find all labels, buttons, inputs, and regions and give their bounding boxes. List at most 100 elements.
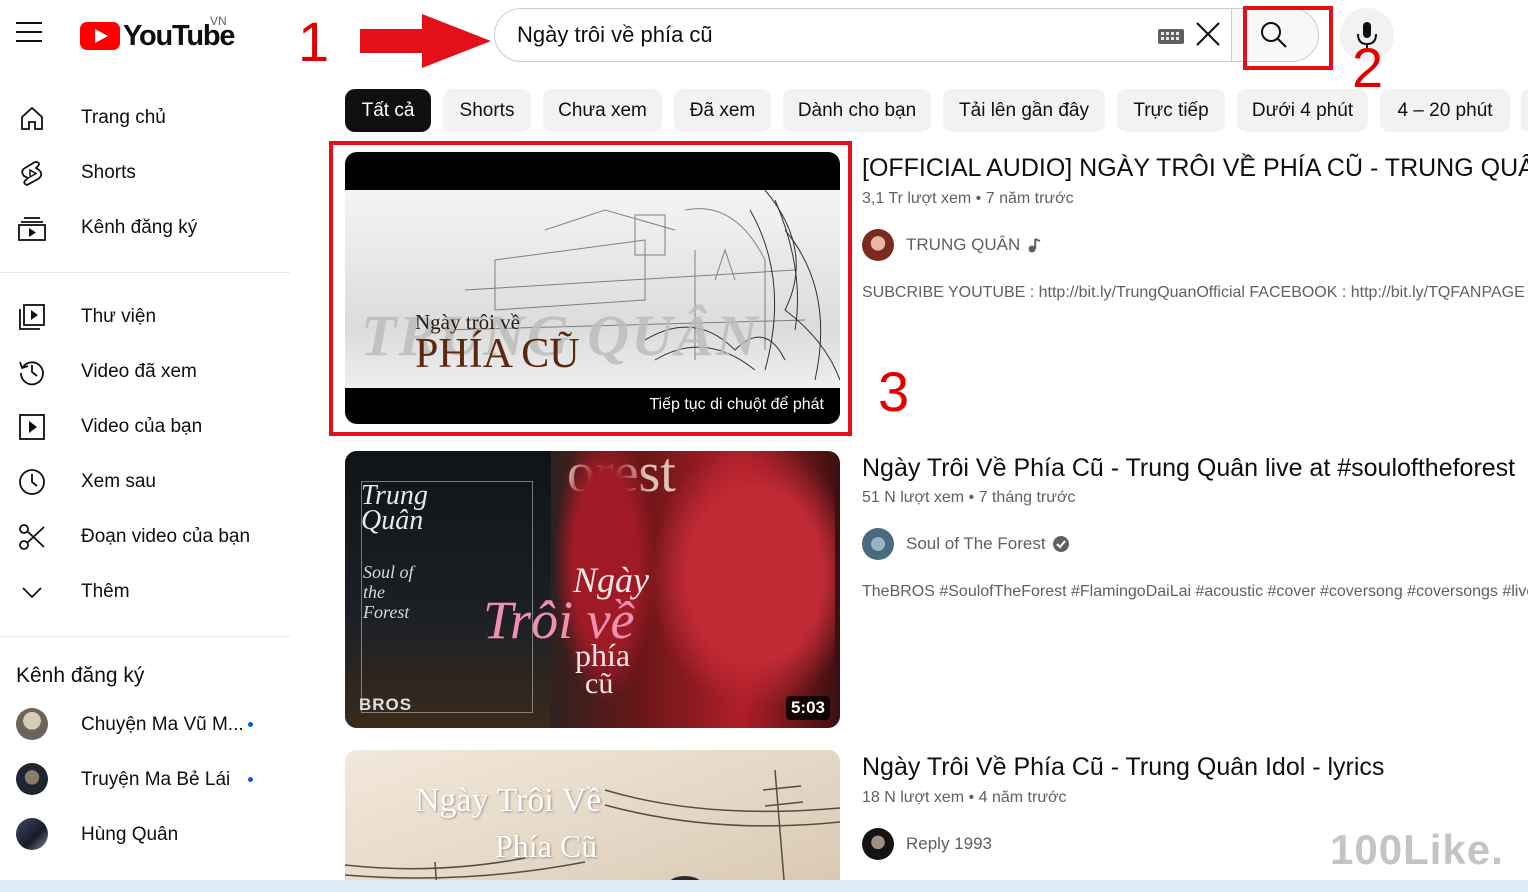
video-title[interactable]: Ngày Trôi Về Phía Cũ - Trung Quân live a…: [862, 454, 1515, 483]
channel-row[interactable]: Soul of The Forest: [862, 528, 1070, 560]
sidebar-item-shorts[interactable]: Shorts: [0, 145, 290, 200]
sidebar-item-your-videos[interactable]: Video của bạn: [0, 399, 290, 454]
sidebar-item-label: Hùng Quân: [81, 823, 179, 845]
chip-shorts[interactable]: Shorts: [443, 89, 531, 132]
sidebar-item-history[interactable]: Video đã xem: [0, 344, 290, 399]
sidebar-item-label: Shorts: [81, 161, 136, 183]
channel-name[interactable]: Reply 1993: [906, 834, 992, 854]
video-description: TheBROS #SoulofTheForest #FlamingoDaiLai…: [862, 583, 1528, 600]
sidebar-item-more[interactable]: Thêm: [0, 564, 290, 619]
video-meta: 3,1 Tr lượt xem • 7 năm trước: [862, 190, 1074, 207]
sidebar-item-label: Kênh đăng ký: [81, 216, 198, 238]
new-content-dot: [248, 722, 253, 727]
music-note-icon: [1028, 238, 1041, 253]
annotation-box-search: [1243, 6, 1333, 70]
annotation-number-3: 3: [878, 360, 910, 423]
annotation-number-2: 2: [1352, 36, 1384, 99]
video-thumbnail[interactable]: Ngày Trôi Về Phía Cũ: [345, 750, 840, 892]
sidebar-divider: [0, 636, 290, 637]
upload-age: 7 tháng trước: [978, 489, 1076, 506]
annotation-arrow-icon: [360, 14, 491, 68]
sidebar-subscription-item[interactable]: Hùng Quân: [0, 807, 290, 862]
clips-icon: [19, 524, 45, 550]
thumbnail-title-text: Ngày Trôi Về: [415, 782, 602, 819]
your-videos-icon: [19, 414, 45, 440]
sidebar-item-library[interactable]: Thư viện: [0, 289, 290, 344]
sidebar-item-label: Đoạn video của bạn: [81, 525, 251, 547]
watermark-logo: 100Like.: [1330, 826, 1504, 873]
sidebar-item-home[interactable]: Trang chủ: [0, 90, 290, 145]
channel-row[interactable]: TRUNG QUÂN: [862, 229, 1042, 261]
channel-avatar: [862, 528, 894, 560]
duration-badge: 5:03: [785, 696, 830, 720]
channel-avatar: [862, 828, 894, 860]
chip-for-you[interactable]: Dành cho bạn: [783, 89, 931, 132]
sidebar-item-label: Xem sau: [81, 470, 156, 492]
chip-under-4-minutes[interactable]: Dưới 4 phút: [1237, 89, 1368, 132]
chip-recently-uploaded[interactable]: Tải lên gần đây: [943, 89, 1105, 132]
channel-name[interactable]: TRUNG QUÂN: [906, 235, 1020, 255]
history-icon: [19, 361, 44, 386]
channel-row[interactable]: Reply 1993: [862, 828, 992, 860]
sidebar-divider: [0, 272, 290, 273]
new-content-dot: [248, 777, 253, 782]
avatar: [16, 708, 48, 740]
sidebar-item-label: Thêm: [81, 580, 130, 602]
upload-age: 4 năm trước: [978, 789, 1067, 806]
thumbnail-artist-text: Trung Quân: [361, 480, 428, 537]
video-title[interactable]: Ngày Trôi Về Phía Cũ - Trung Quân Idol -…: [862, 753, 1384, 782]
avatar: [16, 763, 48, 795]
view-count: 18 N lượt xem: [862, 789, 965, 806]
annotation-box-video: [329, 141, 852, 436]
search-query-text: Ngày trôi về phía cũ: [517, 22, 713, 47]
subscriptions-icon: [18, 217, 46, 241]
keyboard-icon[interactable]: [1158, 29, 1184, 44]
country-code: VN: [210, 14, 227, 28]
sidebar-item-label: Trang chủ: [81, 106, 166, 128]
annotation-number-1: 1: [298, 10, 330, 73]
sidebar-item-label: Truyện Ma Bẻ Lái: [81, 768, 231, 790]
channel-name[interactable]: Soul of The Forest: [906, 534, 1046, 554]
video-meta: 18 N lượt xem • 4 năm trước: [862, 789, 1067, 806]
thumbnail-show-text: Soul of the Forest: [363, 562, 414, 622]
avatar: [16, 818, 48, 850]
chip-all[interactable]: Tất cả: [345, 89, 431, 132]
bottom-strip: [0, 880, 1528, 892]
sidebar-subscription-item[interactable]: Chuyện Ma Vũ M...: [0, 697, 290, 752]
view-count: 3,1 Tr lượt xem: [862, 190, 972, 207]
sidebar-item-label: Thư viện: [81, 305, 157, 327]
thumbnail-brand-logo: BROS: [359, 695, 413, 714]
chip-unwatched[interactable]: Chưa xem: [543, 89, 662, 132]
clear-search-icon[interactable]: [1194, 20, 1222, 48]
shorts-icon: [21, 161, 43, 186]
sidebar-item-label: Chuyện Ma Vũ M...: [81, 713, 244, 735]
sidebar-item-watch-later[interactable]: Xem sau: [0, 454, 290, 509]
video-thumbnail[interactable]: Trung Quân Soul of the Forest orest Ngày…: [345, 451, 840, 728]
youtube-play-icon: [80, 22, 120, 50]
thumbnail-title-text: Phía Cũ: [495, 828, 598, 864]
watch-later-icon: [19, 469, 45, 495]
menu-button[interactable]: [16, 22, 46, 46]
video-meta: 51 N lượt xem • 7 tháng trước: [862, 489, 1076, 506]
video-title[interactable]: [OFFICIAL AUDIO] NGÀY TRÔI VỀ PHÍA CŨ - …: [862, 154, 1528, 183]
sidebar-item-label: Video của bạn: [81, 415, 203, 437]
thumbnail-title-text: cũ: [585, 667, 614, 700]
thumbnail-singer: [635, 451, 835, 728]
chip-overflow[interactable]: [1521, 89, 1528, 132]
verified-badge-icon: [1052, 536, 1069, 552]
chip-watched[interactable]: Đã xem: [674, 89, 771, 132]
sidebar-item-subscriptions[interactable]: Kênh đăng ký: [0, 200, 290, 255]
sidebar-item-label: Video đã xem: [81, 360, 197, 382]
chevron-down-icon: [22, 587, 42, 599]
chip-4-20-minutes[interactable]: 4 – 20 phút: [1380, 89, 1510, 132]
sidebar-item-clips[interactable]: Đoạn video của bạn: [0, 509, 290, 564]
chip-live[interactable]: Trực tiếp: [1117, 89, 1225, 132]
view-count: 51 N lượt xem: [862, 489, 965, 506]
video-description: SUBCRIBE YOUTUBE : http://bit.ly/TrungQu…: [862, 284, 1528, 301]
power-lines-icon: [345, 769, 840, 892]
home-icon: [21, 106, 43, 130]
channel-avatar: [862, 229, 894, 261]
library-icon: [19, 304, 45, 330]
subscriptions-heading: Kênh đăng ký: [16, 664, 145, 687]
sidebar-subscription-item[interactable]: Truyện Ma Bẻ Lái: [0, 752, 290, 807]
